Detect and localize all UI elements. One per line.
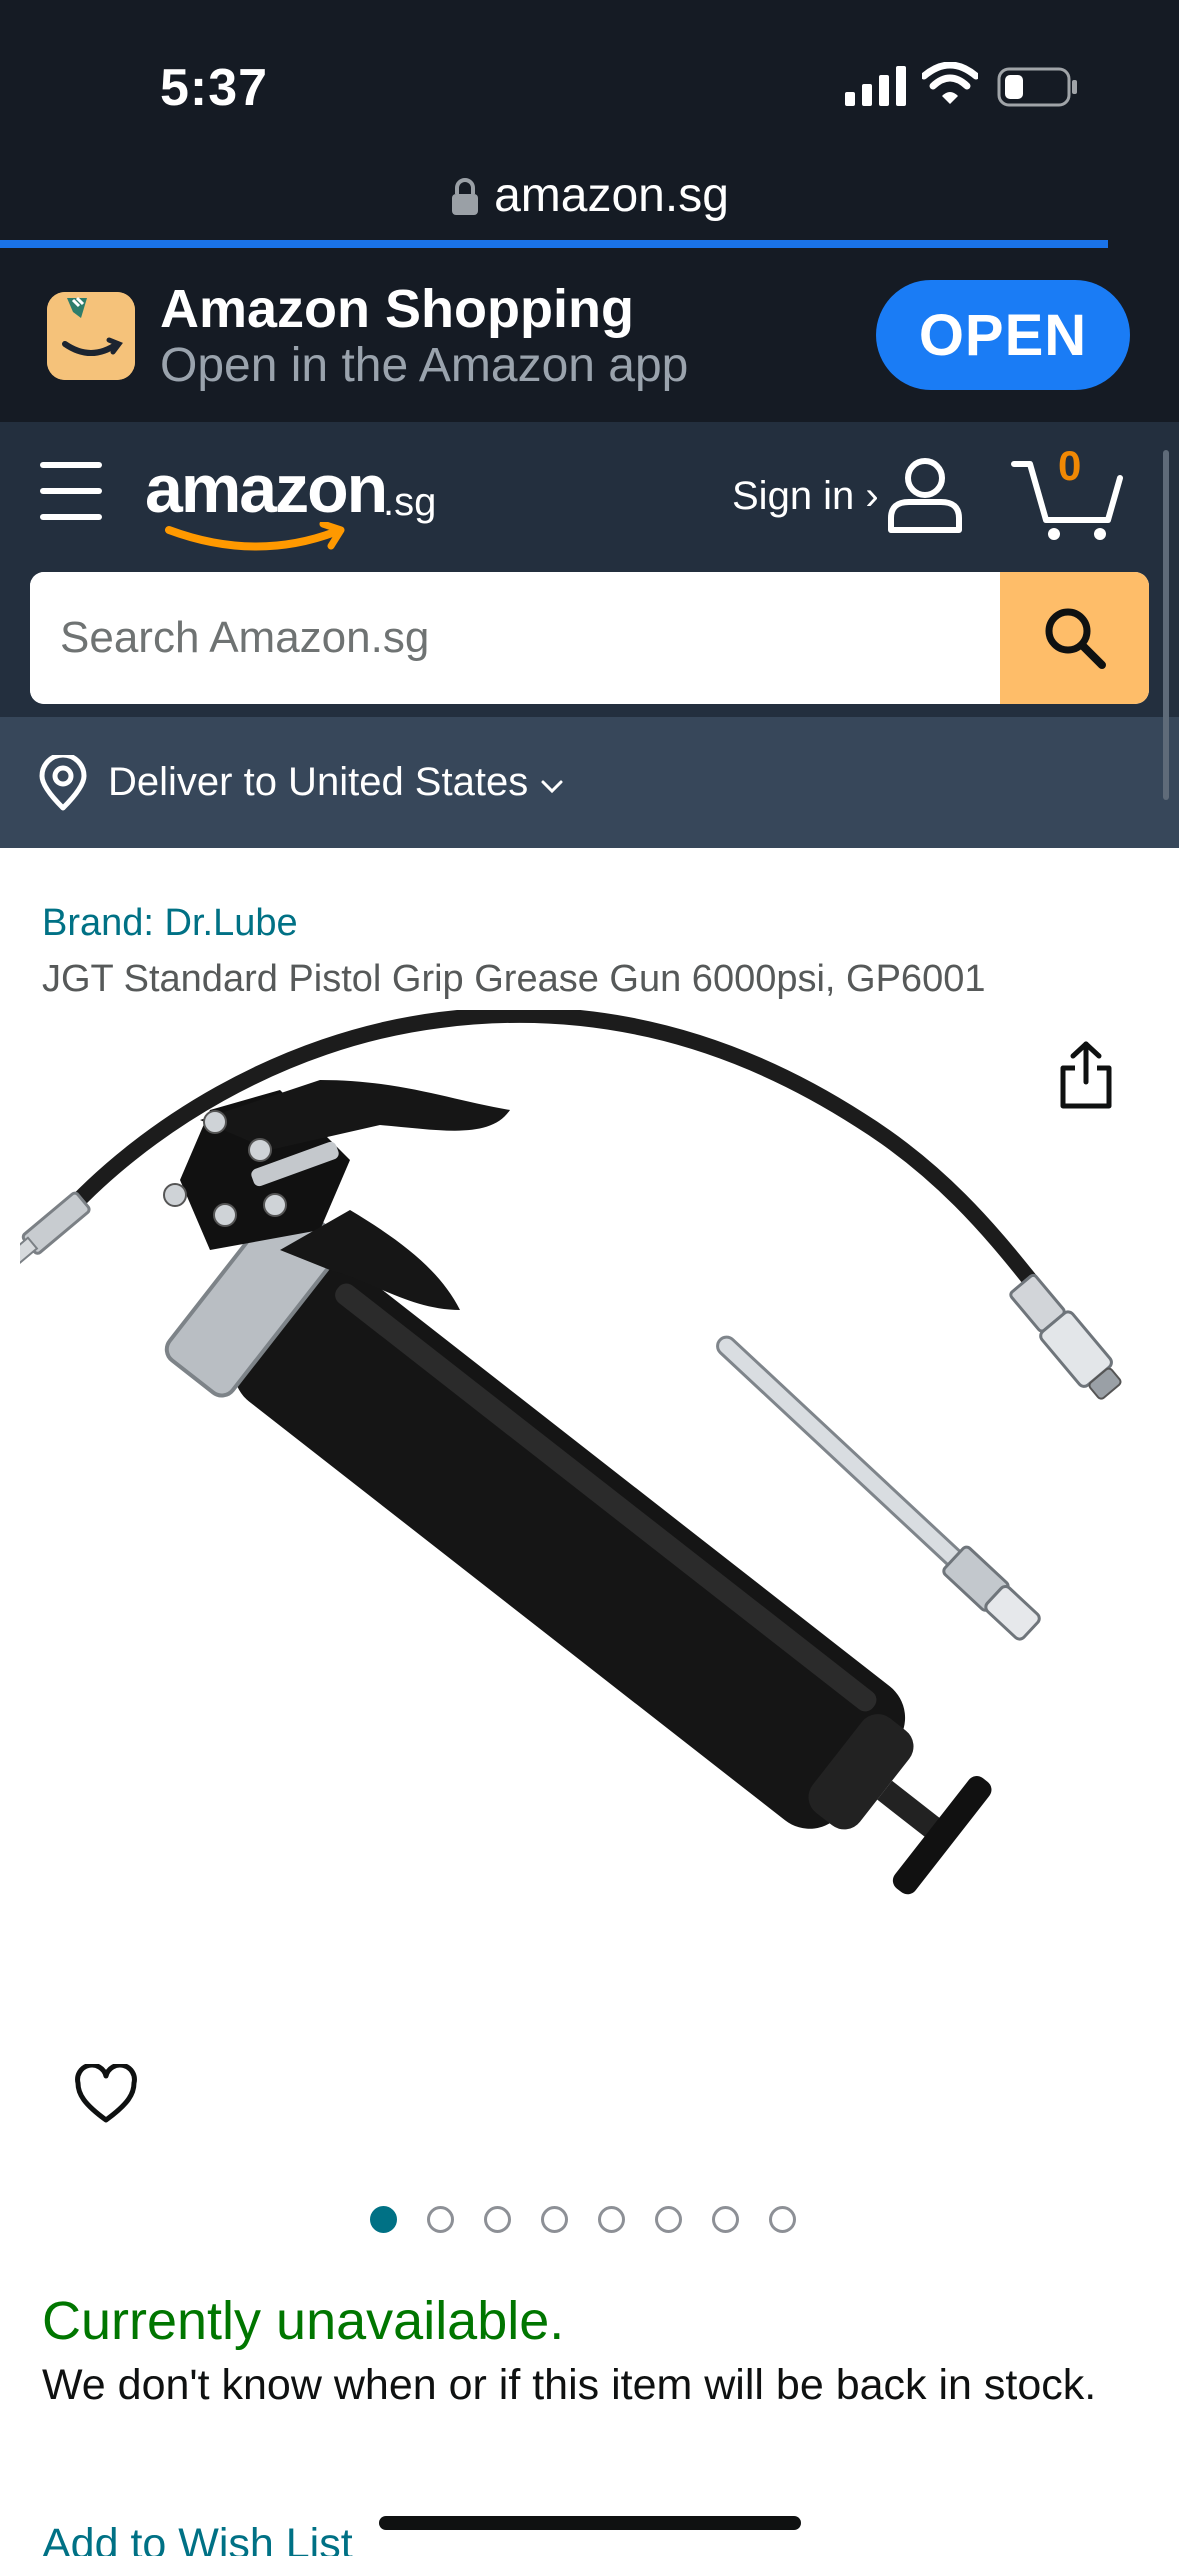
app-install-banner: Amazon Shopping Open in the Amazon app O… — [0, 258, 1179, 422]
battery-icon — [997, 67, 1077, 107]
heart-icon[interactable] — [74, 2064, 138, 2124]
location-pin-icon — [39, 754, 87, 810]
share-icon[interactable] — [1055, 1040, 1117, 1110]
amazon-logo[interactable]: amazon .sg — [145, 450, 445, 551]
home-indicator[interactable] — [379, 2516, 801, 2530]
url-bar[interactable]: amazon.sg — [0, 160, 1179, 230]
add-to-wishlist-link[interactable]: Add to Wish List — [42, 2520, 353, 2556]
search-button[interactable] — [1000, 572, 1149, 704]
browser-chrome: 5:37 amazon.sg — [0, 0, 1179, 258]
carousel-dot-8[interactable] — [769, 2206, 796, 2233]
carousel-dot-3[interactable] — [484, 2206, 511, 2233]
chevron-down-icon — [541, 780, 563, 793]
banner-subtitle: Open in the Amazon app — [160, 339, 689, 392]
cellular-signal-icon — [845, 66, 906, 106]
open-app-button[interactable]: OPEN — [876, 280, 1130, 390]
carousel-dot-6[interactable] — [655, 2206, 682, 2233]
banner-title: Amazon Shopping — [160, 279, 634, 339]
url-text: amazon.sg — [494, 168, 729, 222]
carousel-dot-1[interactable] — [370, 2206, 397, 2233]
person-icon[interactable] — [885, 456, 965, 534]
sign-in-link[interactable]: Sign in › — [732, 474, 879, 519]
logo-smile — [165, 522, 345, 551]
wifi-icon — [922, 62, 978, 104]
brand-link[interactable]: Brand: Dr.Lube — [42, 902, 298, 945]
carousel-dot-5[interactable] — [598, 2206, 625, 2233]
status-time: 5:37 — [160, 59, 269, 117]
scrollbar[interactable] — [1163, 450, 1169, 800]
page-load-progress — [0, 240, 1109, 248]
logo-wordmark: amazon — [145, 451, 388, 527]
deliver-to-label: Deliver to United States — [108, 760, 529, 804]
carousel-dot-7[interactable] — [712, 2206, 739, 2233]
search-bar — [30, 572, 1149, 704]
product-image[interactable] — [20, 1010, 1160, 2170]
menu-icon[interactable] — [40, 462, 102, 520]
amazon-app-icon — [47, 292, 135, 380]
search-input[interactable] — [30, 572, 1000, 704]
deliver-to-bar[interactable]: Deliver to United States — [0, 717, 1179, 848]
availability-status: Currently unavailable. — [42, 2291, 565, 2351]
carousel-dot-2[interactable] — [427, 2206, 454, 2233]
carousel-dot-4[interactable] — [541, 2206, 568, 2233]
image-carousel-dots — [370, 2206, 796, 2236]
availability-note: We don't know when or if this item will … — [42, 2361, 1097, 2409]
search-icon — [1045, 608, 1106, 669]
lock-icon — [452, 178, 479, 215]
cart-count-badge: 0 — [1058, 442, 1082, 489]
product-title: JGT Standard Pistol Grip Grease Gun 6000… — [42, 958, 986, 1000]
logo-suffix: .sg — [383, 480, 437, 524]
